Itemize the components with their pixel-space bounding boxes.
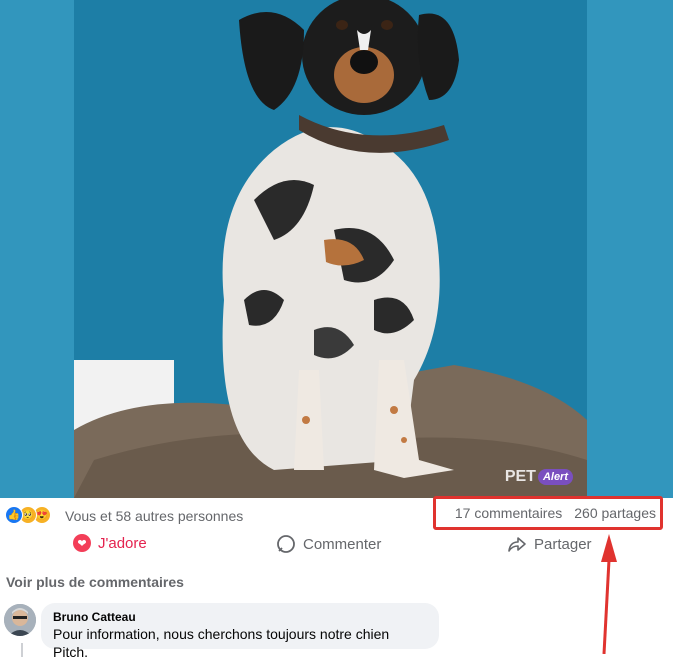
photo-background-left	[0, 0, 74, 498]
photo-background-right	[587, 0, 673, 498]
post-actions: ❤ J'adore Commenter Partager	[0, 534, 673, 560]
heart-icon: ❤	[73, 534, 91, 552]
reaction-icons[interactable]: 👍 🥺 😍	[5, 506, 51, 524]
comment-button[interactable]: Commenter	[276, 534, 381, 554]
post-photo-area[interactable]: PET Alert	[0, 0, 673, 498]
watermark-pet-text: PET	[504, 468, 536, 485]
love-label: J'adore	[98, 534, 147, 552]
dog-illustration	[74, 0, 587, 498]
comment-item: Bruno Catteau Pour information, nous che…	[4, 603, 673, 660]
pet-alert-watermark: PET Alert	[505, 468, 573, 486]
comment-text: Pour information, nous cherchons toujour…	[53, 626, 390, 660]
comment-bubble-icon	[277, 535, 295, 553]
like-icon[interactable]: 👍	[5, 506, 23, 524]
avatar-image	[4, 604, 36, 636]
comment-label: Commenter	[303, 535, 382, 553]
post-stats-highlight: 17 commentaires 260 partages	[433, 496, 663, 530]
comments-count[interactable]: 17 commentaires	[455, 505, 562, 521]
share-button[interactable]: Partager	[507, 534, 592, 554]
view-more-comments-link[interactable]: Voir plus de commentaires	[6, 574, 184, 590]
watermark-alert-badge: Alert	[537, 469, 573, 485]
comment-author[interactable]: Bruno Catteau	[53, 609, 427, 625]
share-arrow-icon	[508, 537, 526, 552]
thread-line	[21, 643, 23, 657]
comment-bubble[interactable]: Bruno Catteau Pour information, nous che…	[41, 603, 439, 660]
love-button[interactable]: ❤ J'adore	[73, 534, 147, 552]
shares-count[interactable]: 260 partages	[574, 505, 656, 521]
reactions-summary[interactable]: Vous et 58 autres personnes	[65, 508, 243, 524]
dog-photo[interactable]: PET Alert	[74, 0, 587, 498]
share-label: Partager	[534, 535, 592, 553]
avatar[interactable]	[4, 604, 36, 636]
